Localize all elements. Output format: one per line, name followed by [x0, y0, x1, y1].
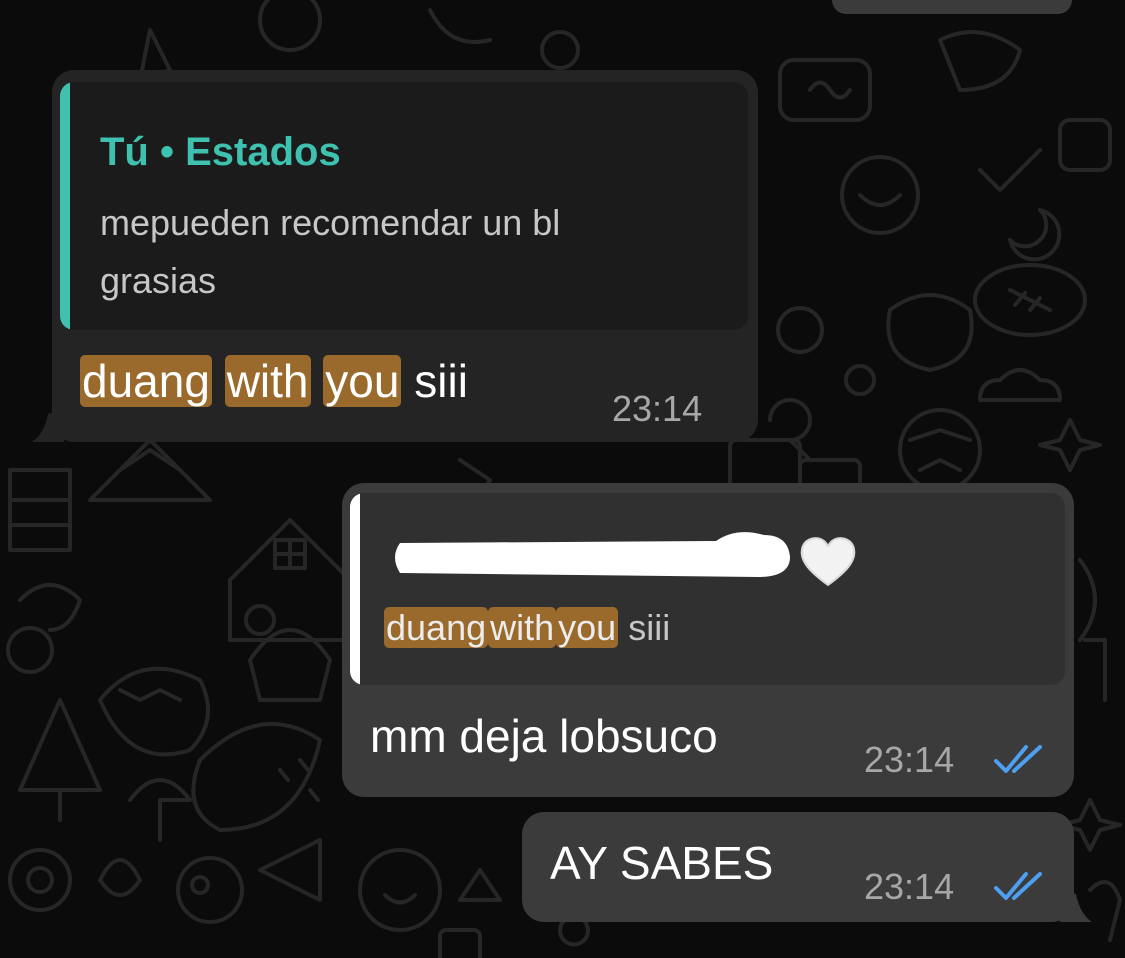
redacted-sender-name [395, 532, 790, 577]
search-highlight: with [488, 607, 557, 648]
quoted-status-reply[interactable]: Tú • Estados mepueden recomendar un bl g… [60, 82, 748, 330]
incoming-message-bubble[interactable]: Tú • Estados mepueden recomendar un bl g… [52, 70, 758, 442]
read-double-check-icon [994, 745, 1042, 773]
quote-title: Tú • Estados [100, 130, 341, 174]
search-highlight: you [323, 355, 402, 407]
message-text: mm deja lobsuco [370, 710, 718, 762]
quoted-word: siii [628, 607, 671, 648]
search-highlight: you [556, 607, 619, 648]
quote-accent-bar [60, 82, 70, 330]
outgoing-bubble-tail [1060, 890, 1092, 922]
outgoing-message-bubble[interactable]: duang with you siii mm deja lobsuco 23:14 [342, 483, 1074, 797]
search-highlight: duang [384, 607, 489, 648]
search-highlight: duang [80, 355, 212, 407]
incoming-bubble-tail [32, 410, 64, 442]
quote-accent-bar [350, 493, 360, 685]
message-text: duang with you siii [80, 354, 468, 408]
search-highlight: with [224, 355, 311, 407]
read-double-check-icon [994, 872, 1042, 900]
quote-line-1: mepueden recomendar un bl [100, 202, 561, 243]
outgoing-message-bubble[interactable]: AY SABES 23:14 [522, 812, 1074, 922]
previous-message-bubble[interactable] [832, 0, 1072, 14]
quoted-message-text: duang with you siii [384, 599, 670, 657]
message-timestamp: 23:14 [864, 739, 955, 780]
message-timestamp: 23:14 [612, 388, 703, 429]
quote-line-2: grasias [100, 260, 217, 301]
white-heart-icon [800, 537, 856, 587]
quoted-message-reply[interactable]: duang with you siii [350, 493, 1065, 685]
message-word: siii [414, 355, 468, 407]
message-timestamp: 23:14 [864, 866, 955, 907]
message-text: AY SABES [550, 837, 774, 889]
